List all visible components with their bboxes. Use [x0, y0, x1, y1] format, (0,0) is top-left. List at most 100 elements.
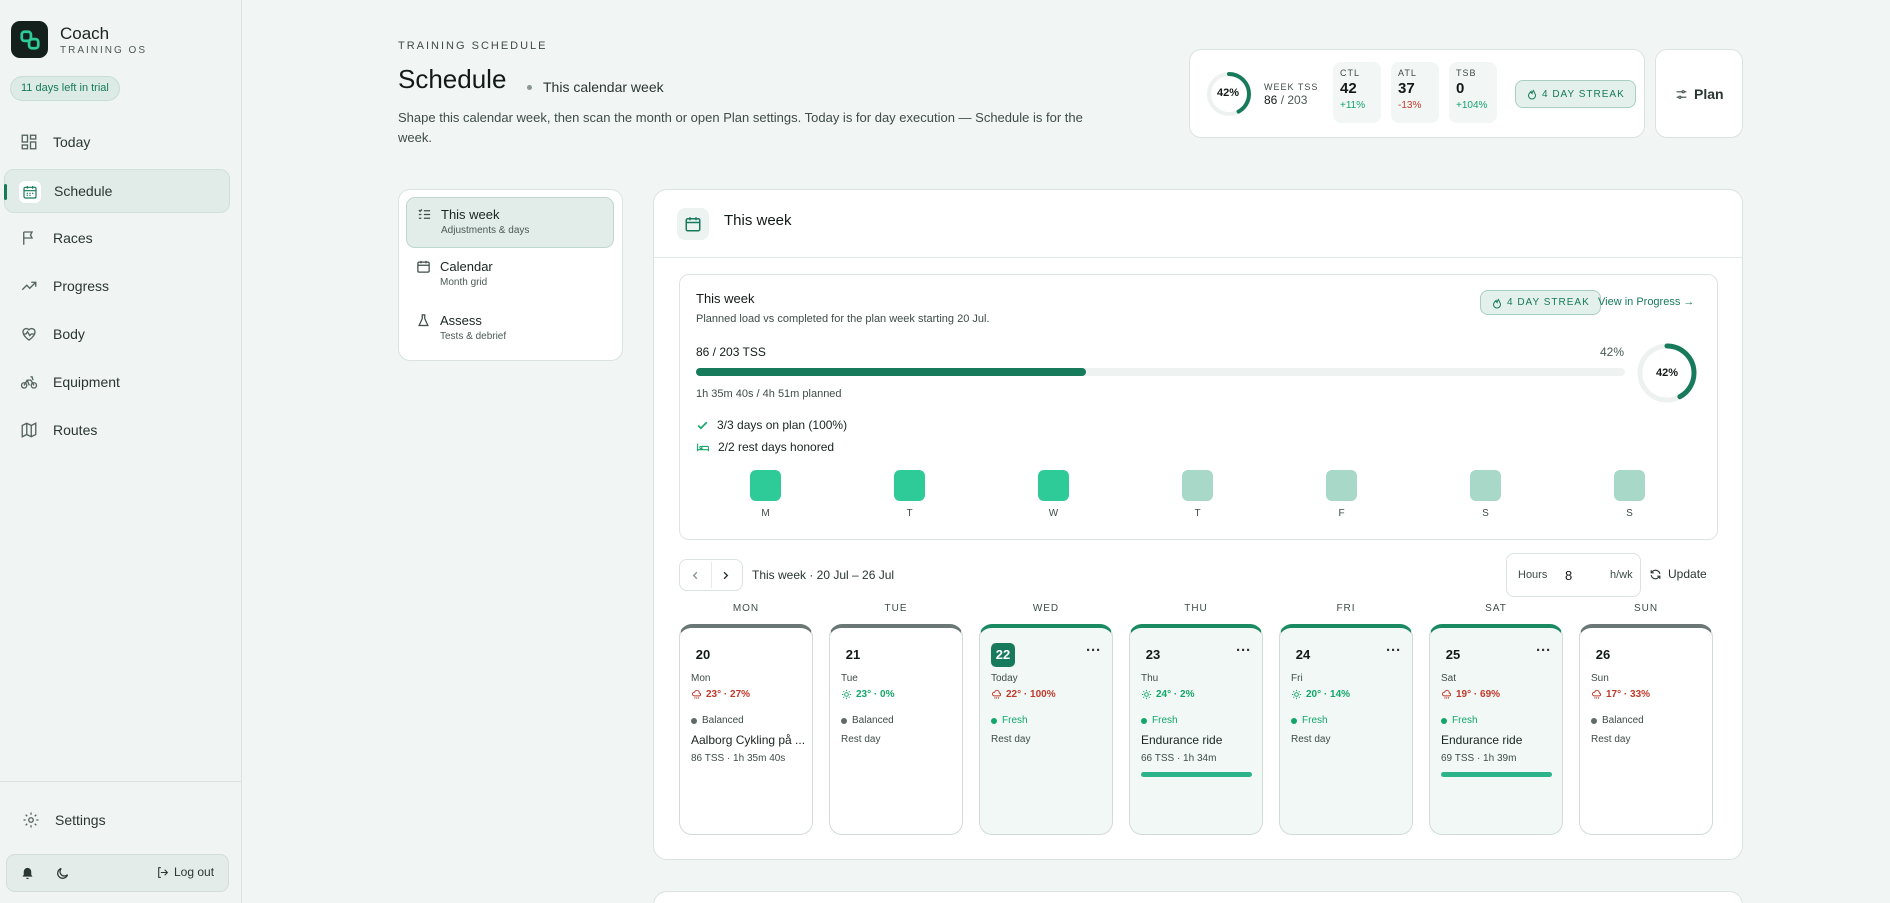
day-square	[1470, 470, 1501, 501]
on-plan-row: 3/3 days on plan (100%)	[696, 418, 847, 432]
update-button[interactable]: Update	[1649, 567, 1707, 581]
metric-delta: +104%	[1456, 100, 1488, 111]
moon-icon[interactable]	[55, 866, 70, 881]
metric-ctl: CTL 42 +11%	[1333, 62, 1381, 123]
brand-name: Coach	[60, 23, 110, 43]
status-dot	[1141, 717, 1147, 724]
nav-item-progress[interactable]: Progress	[4, 264, 230, 308]
workout-meta: 86 TSS · 1h 35m 40s	[691, 753, 786, 764]
weather-info: 23° · 27%	[691, 689, 750, 700]
rest-day-label: Rest day	[1591, 734, 1631, 745]
divider	[711, 562, 712, 588]
status-text: Balanced	[702, 715, 744, 726]
metric-key: TSB	[1456, 68, 1477, 78]
week-navigator	[679, 559, 743, 591]
gear-icon	[23, 812, 39, 828]
rain-icon	[691, 689, 702, 700]
hours-unit: h/wk	[1610, 569, 1633, 581]
metric-atl: ATL 37 -13%	[1391, 62, 1439, 123]
day-card[interactable]: 22 ··· Today 22° · 100% Fresh Rest day	[979, 624, 1113, 835]
subnav-this-week[interactable]: This week Adjustments & days	[406, 197, 614, 248]
sidebar: Coach TRAINING OS 11 days left in trial …	[0, 0, 242, 903]
nav-label: Races	[53, 230, 93, 246]
this-week-panel: This week This week Planned load vs comp…	[653, 189, 1743, 860]
week-tss-done: 86	[1264, 93, 1278, 107]
sliders-icon	[1676, 90, 1687, 99]
nav-item-today[interactable]: Today	[4, 120, 230, 164]
more-icon[interactable]: ···	[1536, 642, 1551, 659]
subnav-sub: Month grid	[440, 277, 488, 288]
day-card[interactable]: 20 Mon 23° · 27% Balanced Aalborg Cykling på…	[679, 624, 813, 835]
weather-info: 17° · 33%	[1591, 689, 1650, 700]
status-text: Balanced	[1602, 715, 1644, 726]
sun-icon	[841, 689, 852, 700]
hours-label: Hours	[1518, 569, 1548, 581]
workout-progress-bar	[1441, 772, 1552, 777]
plan-button[interactable]: Plan	[1655, 49, 1743, 138]
day-name: Thu	[1141, 673, 1159, 684]
subnav-calendar[interactable]: Calendar Month grid	[406, 250, 614, 301]
day-square-label: M	[761, 508, 770, 519]
view-in-progress-link[interactable]: View in Progress →	[1598, 296, 1694, 308]
brand[interactable]: Coach TRAINING OS	[11, 21, 147, 58]
status-text: Fresh	[1302, 715, 1328, 726]
day-header: SUN	[1633, 603, 1659, 614]
week-tss-value: 86 / 203	[1264, 93, 1307, 107]
day-card[interactable]: 25 ··· Sat 19° · 69% Fresh Endurance ride 69 T…	[1429, 624, 1563, 835]
bell-icon[interactable]	[20, 866, 35, 881]
nav-item-settings[interactable]: Settings	[6, 798, 232, 842]
subnav-sub: Tests & debrief	[440, 331, 507, 342]
nav-item-body[interactable]: Body	[4, 312, 230, 356]
week-tss-percent: 42%	[1217, 87, 1240, 99]
streak-badge: 4 DAY STREAK	[1515, 80, 1636, 108]
week-summary-card: This week Planned load vs completed for …	[679, 274, 1718, 540]
trial-badge[interactable]: 11 days left in trial	[10, 76, 120, 101]
more-icon[interactable]: ···	[1386, 642, 1401, 659]
tss-total: 86 / 203 TSS	[696, 345, 766, 359]
day-card[interactable]: 24 ··· Fri 20° · 14% Fresh Rest day	[1279, 624, 1413, 835]
status-badge: Fresh	[1291, 715, 1328, 726]
day-card[interactable]: 23 ··· Thu 24° · 2% Fresh Endurance ride 66 TS…	[1129, 624, 1263, 835]
status-badge: Fresh	[1141, 715, 1178, 726]
streak-label: 4 DAY STREAK	[1542, 88, 1625, 100]
trending-up-icon	[21, 281, 37, 291]
day-card[interactable]: 26 Sun 17° · 33% Balanced Rest day	[1579, 624, 1713, 835]
nav-item-schedule[interactable]: Schedule	[4, 169, 230, 213]
nav-item-routes[interactable]: Routes	[4, 408, 230, 452]
tss-progress-fill	[696, 368, 1087, 376]
nav-label: Today	[53, 134, 91, 150]
chevron-left-icon[interactable]	[690, 570, 701, 581]
nav-item-races[interactable]: Races	[4, 216, 230, 260]
hours-input[interactable]: 8	[1565, 568, 1572, 583]
status-text: Fresh	[1152, 715, 1178, 726]
nav-item-equipment[interactable]: Equipment	[4, 360, 230, 404]
more-icon[interactable]: ···	[1086, 642, 1101, 659]
subnav-title: This week	[441, 207, 500, 222]
logout-button[interactable]: Log out	[156, 865, 214, 879]
card-title: This week	[696, 291, 755, 306]
workout-title: Endurance ride	[1441, 733, 1523, 747]
metric-tsb: TSB 0 +104%	[1449, 62, 1497, 123]
day-name: Tue	[841, 673, 858, 684]
day-square-label: T	[1194, 508, 1201, 519]
subnav-title: Assess	[440, 313, 482, 328]
week-tss-total: / 203	[1277, 93, 1308, 107]
nav-label: Progress	[53, 278, 110, 294]
subnav-assess[interactable]: Assess Tests & debrief	[406, 304, 614, 355]
day-card[interactable]: 21 Tue 23° · 0% Balanced Rest day	[829, 624, 963, 835]
day-header: MON	[732, 603, 760, 614]
day-name: Sun	[1591, 673, 1609, 684]
rest-text: 2/2 rest days honored	[718, 440, 835, 454]
time-summary: 1h 35m 40s / 4h 51m planned	[696, 388, 842, 400]
subnav-title: Calendar	[440, 259, 493, 274]
status-badge: Fresh	[991, 715, 1028, 726]
weather-text: 17° · 33%	[1606, 689, 1651, 700]
day-square	[1614, 470, 1645, 501]
nav-label: Settings	[55, 812, 106, 828]
chevron-right-icon[interactable]	[720, 570, 731, 581]
day-square	[1326, 470, 1357, 501]
nav-label: Equipment	[53, 374, 120, 390]
more-icon[interactable]: ···	[1236, 642, 1251, 659]
day-number: 24	[1295, 647, 1311, 662]
day-square-label: F	[1338, 508, 1345, 519]
